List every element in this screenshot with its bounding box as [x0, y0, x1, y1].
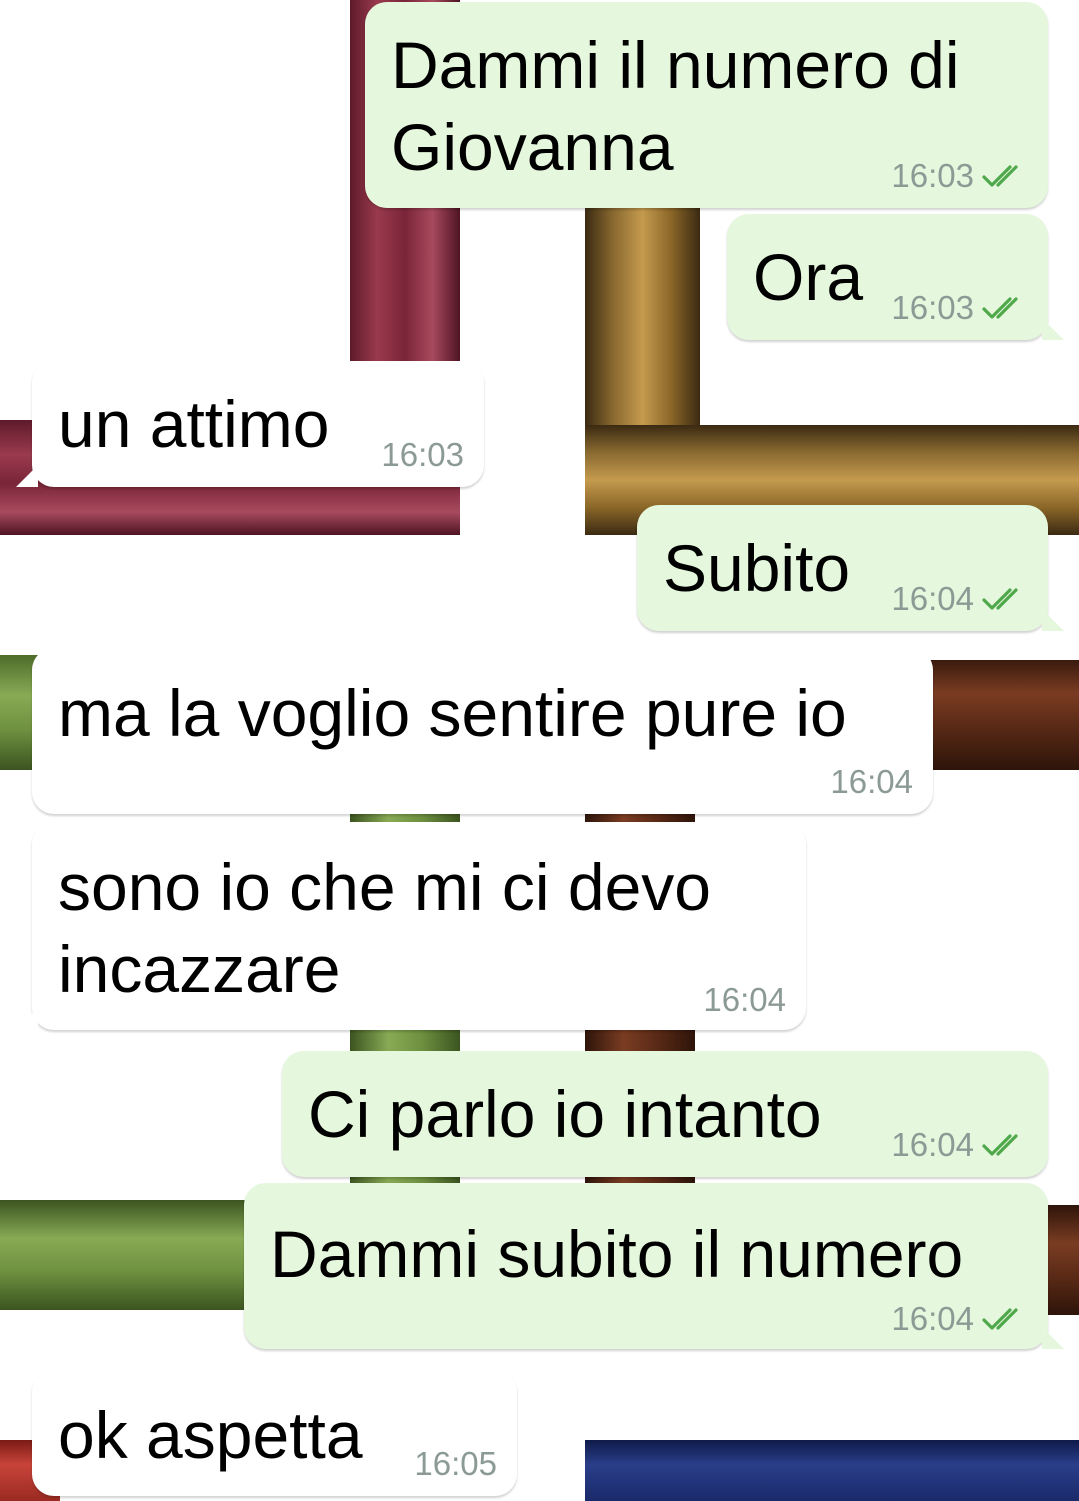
message-text: ma la voglio sentire pure io — [58, 676, 847, 750]
outgoing-message-bubble[interactable]: Ora 16:03 — [727, 214, 1064, 340]
message-meta: 16:05 — [414, 1446, 497, 1482]
message-time: 16:03 — [381, 436, 464, 473]
outgoing-message-bubble[interactable]: Dammi il numero di Giovanna 16:03 — [365, 2, 1048, 208]
message-text: Dammi subito il numero — [270, 1217, 964, 1291]
message-text: un attimo — [58, 387, 330, 461]
message-time: 16:04 — [891, 580, 974, 617]
message-time: 16:04 — [891, 1300, 974, 1337]
double-check-icon — [982, 586, 1028, 612]
message-meta: 16:03 — [381, 437, 464, 473]
message-meta: 16:04 — [891, 1301, 1028, 1337]
incoming-message-bubble[interactable]: un attimo 16:03 — [16, 361, 484, 487]
message-meta: 16:04 — [891, 581, 1028, 617]
outgoing-message-bubble[interactable]: Subito 16:04 — [637, 505, 1064, 631]
message-meta: 16:03 — [891, 158, 1028, 194]
message-meta: 16:04 — [891, 1127, 1028, 1163]
outgoing-message-bubble[interactable]: Dammi subito il numero 16:04 — [244, 1183, 1064, 1349]
message-time: 16:03 — [891, 157, 974, 194]
message-time: 16:04 — [891, 1126, 974, 1163]
double-check-icon — [982, 295, 1028, 321]
message-text: sono io che mi ci devo incazzare — [58, 850, 712, 1006]
message-text: Dammi il numero di Giovanna — [391, 28, 960, 184]
incoming-message-bubble[interactable]: sono io che mi ci devo incazzare 16:04 — [16, 822, 806, 1030]
double-check-icon — [982, 1306, 1028, 1332]
message-meta: 16:03 — [891, 290, 1028, 326]
message-meta: 16:04 — [830, 764, 913, 800]
message-text: Ci parlo io intanto — [308, 1077, 822, 1151]
message-text: Subito — [663, 531, 851, 605]
wallpaper-frame-green — [0, 1200, 260, 1310]
double-check-icon — [982, 163, 1028, 189]
message-text: Ora — [753, 240, 864, 314]
message-time: 16:04 — [703, 981, 786, 1018]
incoming-message-bubble[interactable]: ok aspetta 16:05 — [32, 1370, 517, 1496]
message-meta: 16:04 — [703, 982, 786, 1018]
message-time: 16:05 — [414, 1445, 497, 1482]
message-time: 16:04 — [830, 763, 913, 800]
wallpaper-frame-blue — [585, 1440, 1079, 1501]
message-time: 16:03 — [891, 289, 974, 326]
double-check-icon — [982, 1132, 1028, 1158]
wallpaper-frame-brown — [930, 660, 1079, 770]
outgoing-message-bubble[interactable]: Ci parlo io intanto 16:04 — [282, 1051, 1048, 1177]
message-text: ok aspetta — [58, 1398, 363, 1472]
incoming-message-bubble[interactable]: ma la voglio sentire pure io 16:04 — [32, 648, 933, 814]
